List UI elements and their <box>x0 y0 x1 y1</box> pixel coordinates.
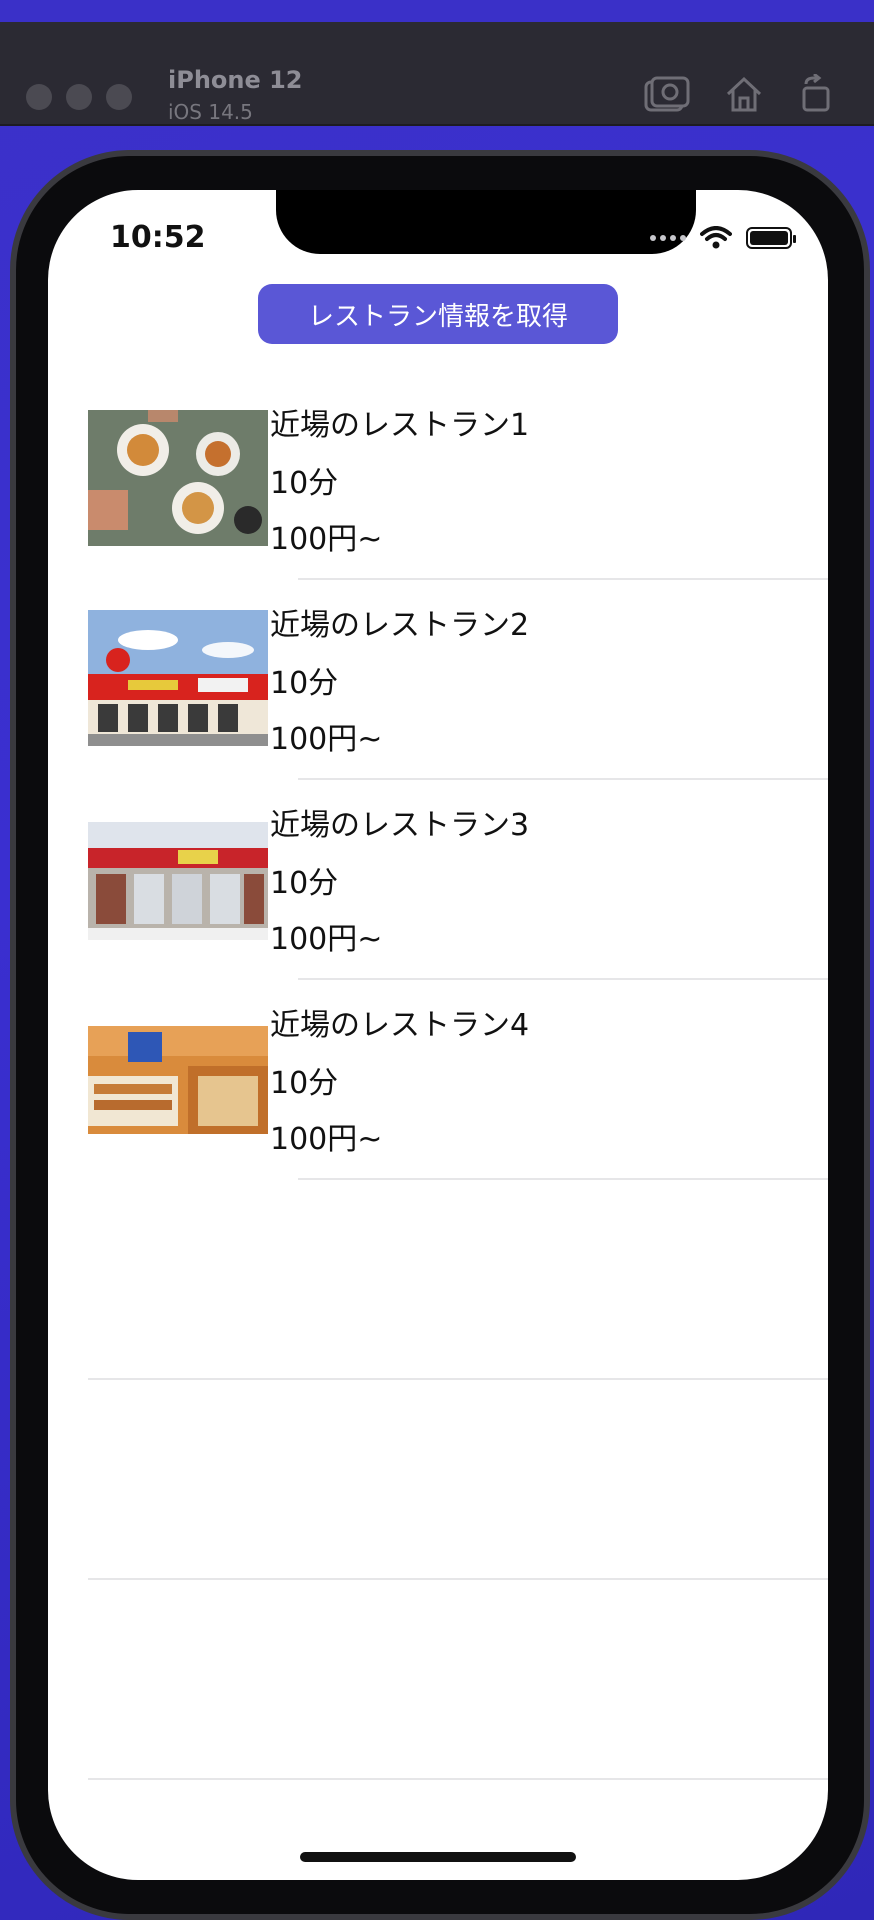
mac-menubar <box>0 0 874 22</box>
restaurant-interior-photo <box>88 1026 268 1134</box>
restaurant-price: 100円~ <box>270 522 383 557</box>
row-separator <box>88 1778 828 1780</box>
zoom-window-button[interactable] <box>106 84 132 110</box>
battery-icon <box>746 227 796 249</box>
home-indicator[interactable] <box>300 1852 576 1862</box>
home-icon[interactable] <box>724 74 764 114</box>
restaurant-name: 近場のレストラン2 <box>270 608 530 643</box>
rotate-icon[interactable] <box>798 74 834 114</box>
notch <box>276 190 696 254</box>
food-table-photo <box>88 410 268 546</box>
minimize-window-button[interactable] <box>66 84 92 110</box>
signal-icon <box>650 235 686 241</box>
device-os-version: iOS 14.5 <box>168 100 253 124</box>
restaurant-name: 近場のレストラン4 <box>270 1008 530 1043</box>
restaurant-storefront-red-photo <box>88 610 268 746</box>
empty-list-row <box>48 1580 828 1780</box>
restaurant-price: 100円~ <box>270 1122 383 1157</box>
restaurant-name: 近場のレストラン3 <box>270 808 530 843</box>
restaurant-price: 100円~ <box>270 722 383 757</box>
restaurant-list[interactable]: 近場のレストラン1 10分 100円~ 近場のレストラン2 10分 100円~ … <box>48 380 828 1780</box>
restaurant-time: 10分 <box>270 466 339 501</box>
phone-screen: 10:52 レストラン情報を取得 近場のレストラン1 10分 100円~ 近場の… <box>48 190 828 1880</box>
empty-list-row <box>48 1180 828 1380</box>
status-icons <box>650 226 796 250</box>
simulator-toolbar: iPhone 12 iOS 14.5 <box>0 22 874 126</box>
restaurant-time: 10分 <box>270 1066 339 1101</box>
fetch-restaurants-button[interactable]: レストラン情報を取得 <box>258 284 618 344</box>
list-item[interactable]: 近場のレストラン3 10分 100円~ <box>48 780 828 980</box>
restaurant-storefront-shop-photo <box>88 822 268 940</box>
device-name: iPhone 12 <box>168 66 303 94</box>
screenshot-icon[interactable] <box>644 74 690 114</box>
list-item[interactable]: 近場のレストラン4 10分 100円~ <box>48 980 828 1180</box>
restaurant-name: 近場のレストラン1 <box>270 408 530 443</box>
list-item[interactable]: 近場のレストラン2 10分 100円~ <box>48 580 828 780</box>
wifi-icon <box>700 226 732 249</box>
status-time: 10:52 <box>110 220 206 255</box>
close-window-button[interactable] <box>26 84 52 110</box>
restaurant-price: 100円~ <box>270 922 383 957</box>
restaurant-time: 10分 <box>270 666 339 701</box>
restaurant-time: 10分 <box>270 866 339 901</box>
list-item[interactable]: 近場のレストラン1 10分 100円~ <box>48 380 828 580</box>
empty-list-row <box>48 1380 828 1580</box>
